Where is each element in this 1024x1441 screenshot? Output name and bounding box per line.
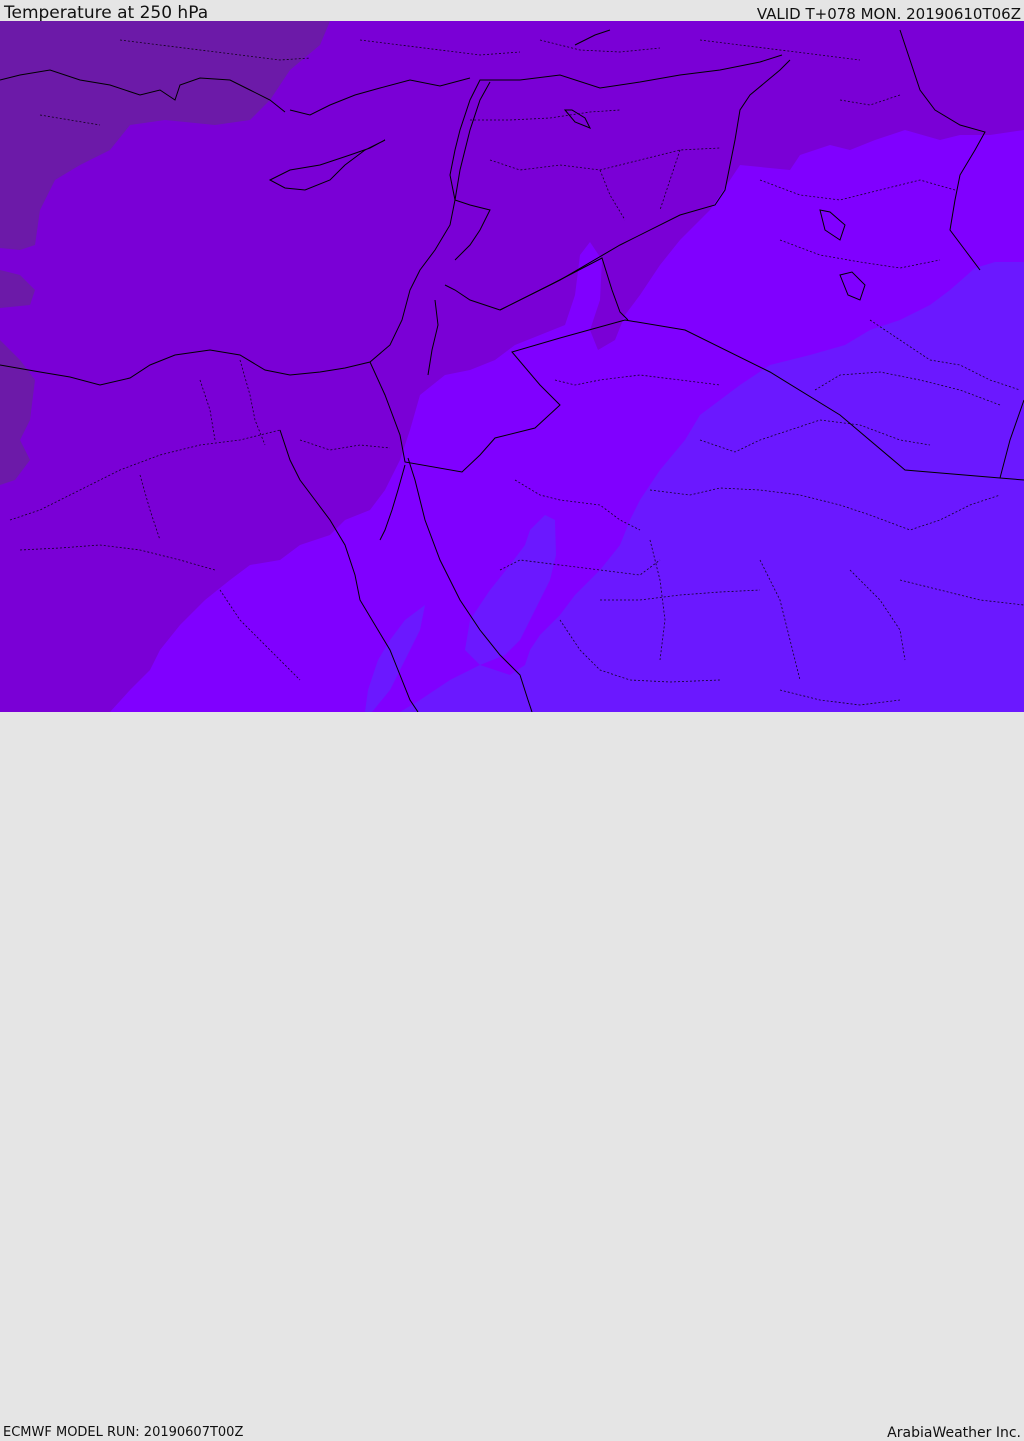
- credit: ArabiaWeather Inc.: [887, 1425, 1021, 1441]
- footer-bar: ECMWF MODEL RUN: 20190607T00Z ArabiaWeat…: [0, 712, 1024, 1441]
- map-title: Temperature at 250 hPa: [4, 3, 209, 23]
- temperature-map: [0, 21, 1024, 712]
- title-bar: Temperature at 250 hPa VALID T+078 MON. …: [0, 0, 1024, 23]
- model-run: ECMWF MODEL RUN: 20190607T00Z: [3, 1425, 244, 1440]
